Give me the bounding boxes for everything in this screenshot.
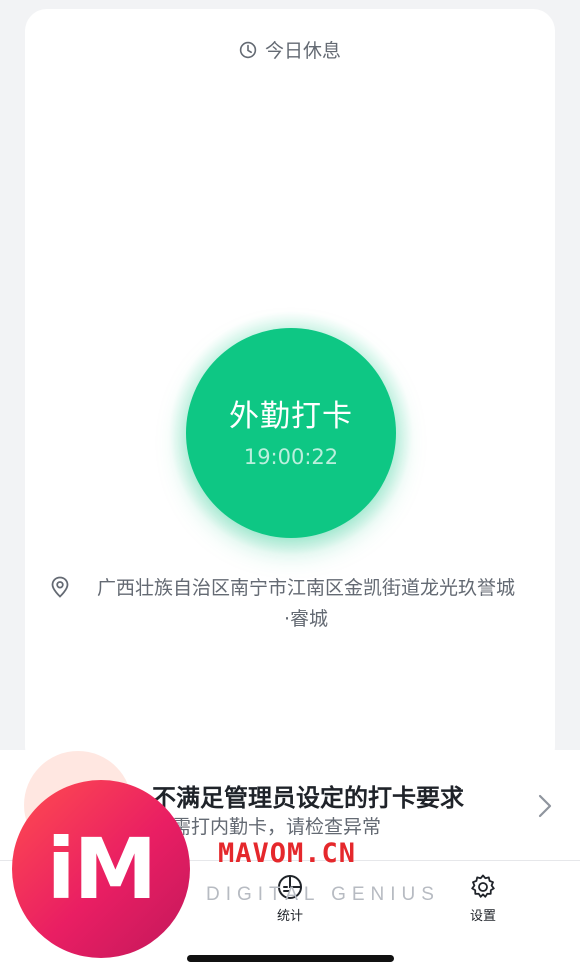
attendance-card: 今日休息 外勤打卡 19:00:22 广西壮族自治区南宁市江南区金凯街道龙光玖誉… bbox=[25, 9, 555, 769]
punch-area: 外勤打卡 19:00:22 bbox=[168, 310, 414, 556]
location-text: 广西壮族自治区南宁市江南区金凯街道龙光玖誉城 ·睿城 bbox=[82, 573, 530, 635]
location[interactable]: 广西壮族自治区南宁市江南区金凯街道龙光玖誉城 ·睿城 bbox=[50, 573, 530, 635]
clock-icon bbox=[239, 41, 257, 58]
field-punch-button[interactable]: 外勤打卡 19:00:22 bbox=[186, 328, 396, 538]
day-status-label: 今日休息 bbox=[264, 40, 341, 62]
alert-subtitle: 需打内勤卡，请检查异常 bbox=[172, 816, 382, 838]
watermark-site: MAVOM.CN bbox=[218, 838, 357, 869]
gear-icon bbox=[471, 874, 495, 898]
alert-title: 不满足管理员设定的打卡要求 bbox=[152, 784, 464, 812]
location-line-2: ·睿城 bbox=[283, 608, 329, 630]
tab-settings[interactable]: 设置 bbox=[443, 873, 523, 924]
tab-stats-label: 统计 bbox=[276, 909, 303, 924]
watermark-tagline: DIGITAL GENIUS bbox=[206, 884, 440, 905]
day-status: 今日休息 bbox=[25, 36, 555, 63]
home-indicator bbox=[187, 955, 394, 962]
location-line-1: 广西壮族自治区南宁市江南区金凯街道龙光玖誉城 bbox=[96, 577, 515, 599]
watermark-logo-text: iM bbox=[46, 820, 157, 918]
watermark-logo: iM bbox=[12, 780, 190, 958]
location-pin-icon bbox=[51, 576, 69, 598]
punch-label: 外勤打卡 bbox=[229, 399, 353, 434]
punch-time: 19:00:22 bbox=[243, 445, 339, 469]
tab-settings-label: 设置 bbox=[469, 909, 496, 924]
chevron-right-icon[interactable] bbox=[536, 793, 554, 819]
